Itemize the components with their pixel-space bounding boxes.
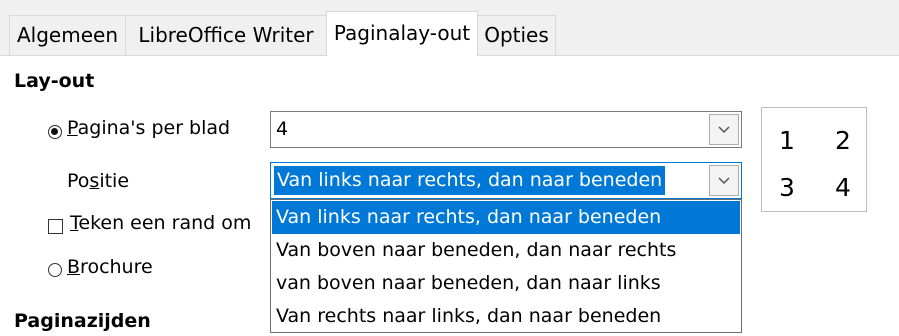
- tab-options[interactable]: Opties: [477, 15, 556, 55]
- draw-border-checkbox[interactable]: [48, 219, 63, 234]
- tab-page-layout[interactable]: Paginalay-out: [326, 11, 478, 56]
- preview-page-number: 3: [779, 173, 795, 202]
- preview-page-number: 1: [779, 126, 795, 155]
- chevron-down-icon: [718, 125, 730, 133]
- pages-per-sheet-label: Pagina's per blad: [67, 117, 230, 139]
- draw-border-label-text: eken een rand om: [78, 212, 252, 234]
- pages-per-sheet-combo[interactable]: 4: [270, 111, 742, 148]
- pages-per-sheet-radio[interactable]: [48, 125, 62, 139]
- position-label-before: Po: [67, 170, 90, 192]
- position-label: Positie: [67, 170, 129, 192]
- position-combo[interactable]: Van links naar rechts, dan naar beneden: [270, 162, 742, 199]
- pages-per-sheet-mnemonic: P: [67, 117, 78, 139]
- position-dropdown-button[interactable]: [709, 165, 739, 196]
- position-option[interactable]: van boven naar beneden, dan naar links: [272, 267, 740, 300]
- preview-page-number: 2: [835, 126, 851, 155]
- chevron-down-icon: [718, 176, 730, 184]
- position-option[interactable]: Van links naar rechts, dan naar beneden: [272, 201, 740, 234]
- layout-heading: Lay-out: [14, 70, 95, 92]
- position-option[interactable]: Van rechts naar links, dan naar beneden: [272, 300, 740, 333]
- pages-per-sheet-dropdown-button[interactable]: [709, 114, 739, 145]
- position-label-after: itie: [99, 170, 130, 192]
- brochure-mnemonic: B: [67, 256, 81, 278]
- page-sides-heading: Paginazijden: [14, 310, 151, 332]
- preview-page-number: 4: [835, 173, 851, 202]
- page-order-preview: 1 2 3 4: [761, 107, 867, 212]
- position-dropdown-list: Van links naar rechts, dan naar beneden …: [270, 199, 742, 333]
- pages-per-sheet-label-text: agina's per blad: [77, 117, 231, 139]
- pages-per-sheet-value: 4: [276, 118, 289, 140]
- tab-general[interactable]: Algemeen: [9, 15, 126, 55]
- tab-libreoffice-writer[interactable]: LibreOffice Writer: [125, 15, 327, 55]
- draw-border-label: Teken een rand om: [70, 212, 251, 234]
- brochure-label: Brochure: [67, 256, 153, 278]
- position-option[interactable]: Van boven naar beneden, dan naar rechts: [272, 234, 740, 267]
- brochure-label-text: rochure: [80, 256, 153, 278]
- position-value: Van links naar rechts, dan naar beneden: [274, 166, 666, 195]
- brochure-radio[interactable]: [48, 263, 62, 277]
- position-mnemonic: s: [89, 170, 100, 192]
